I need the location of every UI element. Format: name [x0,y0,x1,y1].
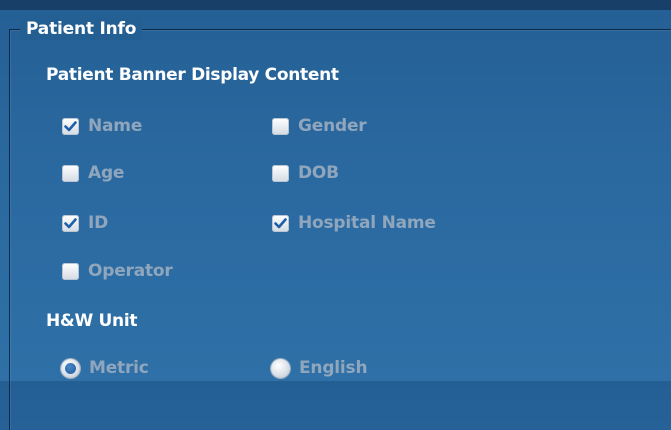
checkbox-dob[interactable]: DOB [272,162,339,184]
checkbox-label: Name [88,116,143,136]
checkbox-label: Operator [88,261,173,281]
checkbox-box[interactable] [62,164,79,182]
checkbox-label: Age [88,163,125,183]
radio-button[interactable] [61,358,80,378]
checkbox-box[interactable] [62,117,79,135]
banner-content-label: Patient Banner Display Content [46,65,339,85]
checkmark-icon [64,120,77,131]
radio-selected-dot [65,362,76,374]
radio-button[interactable] [271,358,290,378]
checkbox-label: Hospital Name [298,213,436,233]
checkbox-age[interactable]: Age [62,162,124,184]
checkbox-hospital-name[interactable]: Hospital Name [272,212,436,234]
checkbox-operator[interactable]: Operator [62,260,173,282]
checkbox-box[interactable] [272,164,289,182]
radio-english[interactable]: English [271,357,368,379]
checkbox-name[interactable]: Name [62,115,142,137]
checkbox-box[interactable] [62,262,79,280]
checkbox-id[interactable]: ID [62,212,108,234]
checkmark-icon [274,217,287,228]
radio-metric[interactable]: Metric [61,357,149,379]
hw-unit-label: H&W Unit [46,311,138,331]
checkbox-box[interactable] [272,117,289,135]
radio-label: Metric [89,358,149,378]
checkbox-label: ID [88,213,109,233]
checkbox-label: DOB [298,163,339,183]
checkbox-label: Gender [298,116,367,136]
checkbox-box[interactable] [62,214,79,232]
top-strip [0,0,671,10]
radio-label: English [299,358,368,378]
checkbox-box[interactable] [272,214,289,232]
group-title: Patient Info [20,18,143,40]
checkmark-icon [64,217,77,228]
checkbox-gender[interactable]: Gender [272,115,367,137]
